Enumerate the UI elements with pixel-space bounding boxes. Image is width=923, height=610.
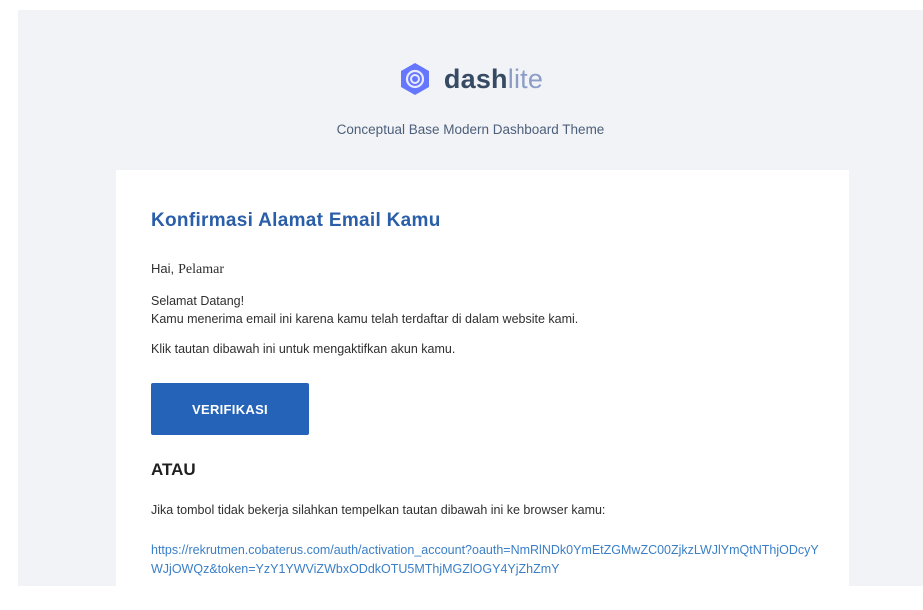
welcome-text: Selamat Datang!: [151, 294, 245, 308]
fallback-instruction: Jika tombol tidak bekerja silahkan tempe…: [151, 503, 606, 517]
brand-name-light: lite: [507, 64, 544, 94]
brand-tagline: Conceptual Base Modern Dashboard Theme: [336, 122, 605, 137]
brand-name: dashlite: [444, 62, 543, 96]
or-label: ATAU: [151, 460, 196, 479]
reason-text: Kamu menerima email ini karena kamu tela…: [151, 312, 579, 326]
greeting: Hai,: [151, 261, 175, 276]
email-background: dashlite Conceptual Base Modern Dashboar…: [18, 10, 923, 610]
email-card: Konfirmasi Alamat Email Kamu Hai, Pelamar…: [116, 170, 849, 610]
verify-button[interactable]: VERIFIKASI: [151, 383, 309, 435]
greeting-line: Hai, Pelamar: [151, 261, 224, 278]
email-heading: Konfirmasi Alamat Email Kamu: [151, 210, 441, 231]
brand-header: dashlite: [18, 62, 923, 96]
recipient-name: Pelamar: [178, 262, 224, 277]
hexagon-logo-icon: [400, 63, 429, 95]
activation-link[interactable]: https://rekrutmen.cobaterus.com/auth/act…: [151, 541, 823, 579]
click-instruction: Klik tautan dibawah ini untuk mengaktifk…: [151, 342, 456, 356]
brand-name-bold: dash: [443, 64, 508, 94]
